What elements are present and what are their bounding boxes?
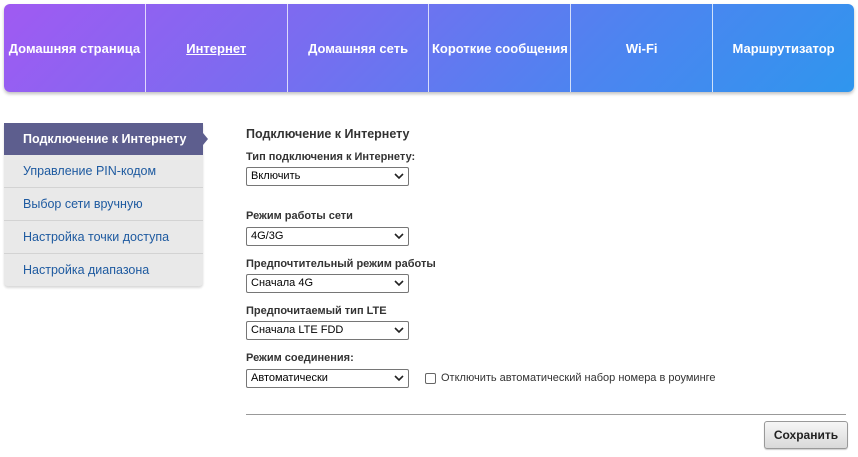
select-value: Сначала 4G bbox=[251, 277, 314, 289]
network-mode-select[interactable]: 4G/3G bbox=[246, 227, 409, 246]
network-mode-label: Режим работы сети bbox=[246, 210, 353, 222]
roaming-checkbox[interactable] bbox=[425, 372, 436, 384]
sidebar-item-apn-settings[interactable]: Настройка точки доступа bbox=[4, 221, 203, 254]
tab-wifi[interactable]: Wi-Fi bbox=[571, 4, 714, 92]
select-value: Включить bbox=[251, 170, 301, 182]
chevron-down-icon bbox=[394, 375, 404, 382]
tab-internet[interactable]: Интернет bbox=[146, 4, 288, 92]
sidebar-item-label: Подключение к Интернету bbox=[23, 132, 187, 146]
connection-type-select[interactable]: Включить bbox=[246, 167, 409, 186]
preferred-mode-select[interactable]: Сначала 4G bbox=[246, 274, 409, 293]
divider bbox=[246, 414, 846, 415]
save-button[interactable]: Сохранить bbox=[764, 421, 848, 449]
sidebar-menu: Подключение к Интернету Управление PIN-к… bbox=[4, 123, 208, 286]
tab-home-network[interactable]: Домашняя сеть bbox=[288, 4, 430, 92]
sidebar-item-label: Управление PIN-кодом bbox=[23, 164, 157, 178]
active-pointer-icon bbox=[203, 133, 208, 145]
sidebar-item-internet-connection[interactable]: Подключение к Интернету bbox=[4, 123, 208, 155]
tab-router[interactable]: Маршрутизатор bbox=[713, 4, 854, 92]
lte-type-label: Предпочитаемый тип LTE bbox=[246, 305, 387, 317]
chevron-down-icon bbox=[394, 173, 404, 180]
preferred-mode-label: Предпочтительный режим работы bbox=[246, 258, 436, 270]
chevron-down-icon bbox=[394, 327, 404, 334]
chevron-down-icon bbox=[394, 280, 404, 287]
tab-sms[interactable]: Короткие сообщения bbox=[429, 4, 572, 92]
top-navigation: Домашняя страница Интернет Домашняя сеть… bbox=[4, 4, 854, 92]
chevron-down-icon bbox=[394, 233, 404, 240]
sidebar-item-label: Настройка точки доступа bbox=[23, 230, 170, 244]
select-value: 4G/3G bbox=[251, 230, 284, 242]
roaming-option: Отключить автоматический набор номера в … bbox=[425, 372, 716, 384]
sidebar-item-band-settings[interactable]: Настройка диапазона bbox=[4, 254, 203, 286]
select-value: Автоматически bbox=[251, 372, 328, 384]
sidebar-item-label: Выбор сети вручную bbox=[23, 197, 143, 211]
roaming-checkbox-label[interactable]: Отключить автоматический набор номера в … bbox=[441, 372, 716, 384]
sidebar-item-pin-management[interactable]: Управление PIN-кодом bbox=[4, 155, 203, 188]
tab-home[interactable]: Домашняя страница bbox=[4, 4, 146, 92]
connection-mode-label: Режим соединения: bbox=[246, 352, 354, 364]
sidebar-item-label: Настройка диапазона bbox=[23, 263, 150, 277]
sidebar-item-manual-network[interactable]: Выбор сети вручную bbox=[4, 188, 203, 221]
page-title: Подключение к Интернету bbox=[246, 127, 410, 141]
connection-type-label: Тип подключения к Интернету: bbox=[246, 151, 416, 163]
connection-mode-select[interactable]: Автоматически bbox=[246, 369, 409, 388]
lte-type-select[interactable]: Сначала LTE FDD bbox=[246, 321, 409, 340]
select-value: Сначала LTE FDD bbox=[251, 324, 344, 336]
